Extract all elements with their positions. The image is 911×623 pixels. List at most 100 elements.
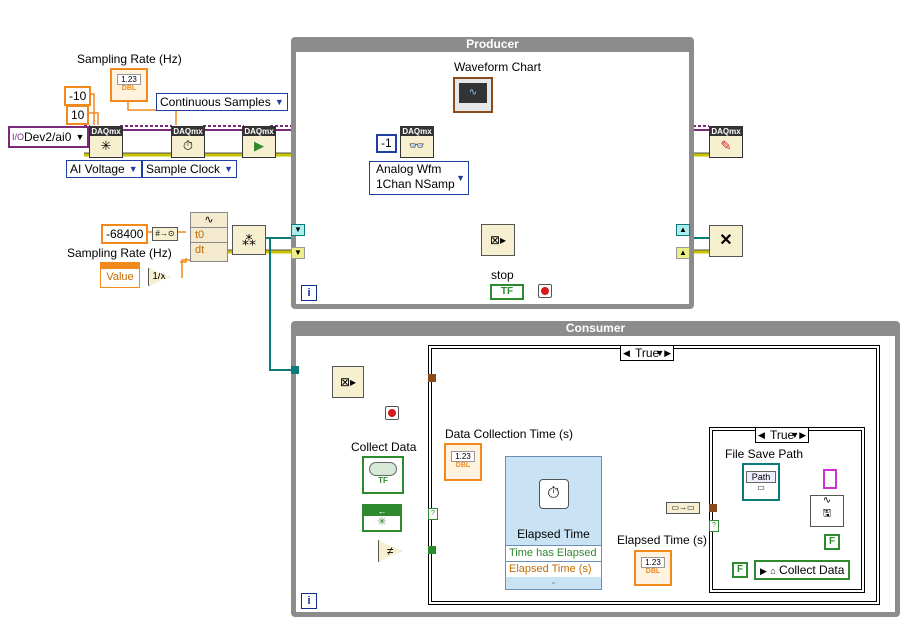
- stop-button-terminal[interactable]: TF: [490, 284, 524, 300]
- time-has-elapsed-output[interactable]: Time has Elapsed: [506, 545, 601, 561]
- pink-string-constant[interactable]: [823, 469, 837, 489]
- enqueue-element-node[interactable]: ⊠▸: [481, 224, 515, 256]
- sample-mode-value: Continuous Samples: [160, 95, 271, 109]
- path-badge: Path: [746, 471, 776, 483]
- elapsed-time-express-vi[interactable]: ⏱ Elapsed Time Time has Elapsed Elapsed …: [505, 456, 602, 590]
- outer-case-selector[interactable]: ◀ True ▼▶: [620, 345, 675, 361]
- numeric-icon: 1.23: [451, 451, 475, 462]
- device-name: Dev2/ai0: [24, 130, 72, 144]
- left-arrow-icon: ◀: [623, 348, 630, 358]
- io-icon: I/O: [12, 132, 25, 142]
- daqmx-header: DAQmx: [243, 127, 275, 136]
- stop-label: stop: [491, 268, 514, 282]
- inner-case-selector[interactable]: ◀ True ▼▶: [755, 427, 810, 443]
- ai-voltage-ring[interactable]: AI Voltage ▼: [66, 160, 142, 178]
- eraser-icon: ✎: [720, 138, 732, 153]
- const-neg1[interactable]: -1: [376, 134, 397, 153]
- release-queue-node[interactable]: ✕: [709, 225, 743, 257]
- daqmx-header: DAQmx: [401, 127, 433, 136]
- shift-register-left-top[interactable]: ▼: [291, 224, 305, 236]
- glasses-icon: 👓: [408, 138, 426, 153]
- waveform-chart-terminal[interactable]: ∿: [453, 77, 493, 113]
- chevron-down-icon: ▼: [456, 173, 465, 183]
- tf-badge: TF: [378, 476, 388, 485]
- data-collection-time-label: Data Collection Time (s): [445, 427, 574, 441]
- clock-icon: ⏱: [182, 138, 194, 153]
- daqmx-read-node[interactable]: DAQmx 👓: [400, 126, 434, 158]
- sample-clock-value: Sample Clock: [146, 162, 221, 176]
- elapsed-time-indicator-label: Elapsed Time (s): [617, 533, 708, 547]
- shift-register-right-top[interactable]: ▲: [676, 224, 690, 236]
- write-measurement-file-node[interactable]: ∿ 🖫: [810, 495, 844, 527]
- const-neg10[interactable]: -10: [64, 86, 92, 106]
- collect-data-label: Collect Data: [351, 440, 417, 454]
- sampling-rate-control-1[interactable]: 1.23 DBL: [110, 68, 148, 102]
- file-save-path-control[interactable]: Path ▭: [742, 463, 780, 501]
- elapsed-time-output[interactable]: Elapsed Time (s): [506, 561, 601, 577]
- case-tunnel-brown: [428, 374, 436, 382]
- elapsed-time-title: Elapsed Time: [517, 527, 590, 541]
- false-constant-1[interactable]: F: [824, 534, 840, 550]
- stop-condition-icon: [538, 284, 552, 298]
- sample-clock-ring[interactable]: Sample Clock ▼: [142, 160, 238, 178]
- arrow-left-icon: ←: [364, 506, 400, 516]
- sampling-rate-property-node[interactable]: Value: [100, 262, 140, 288]
- consumer-iteration-terminal: i: [301, 593, 317, 609]
- chevron-down-icon: ▼▶: [790, 430, 807, 440]
- dbl-badge: DBL: [645, 568, 661, 575]
- producer-iteration-terminal: i: [301, 285, 317, 301]
- collect-data-local-variable[interactable]: ▶ ⌂ Collect Data: [754, 560, 851, 580]
- daqmx-header: DAQmx: [90, 127, 122, 136]
- consumer-stop-icon: [385, 406, 399, 420]
- stopwatch-icon: ⏱: [538, 479, 569, 509]
- expand-chevron-icon: ⌄: [550, 577, 557, 586]
- read-type-line2: 1Chan NSamp: [376, 177, 455, 191]
- daqmx-clear-task-node[interactable]: DAQmx ✎: [709, 126, 743, 158]
- daqmx-timing-node[interactable]: DAQmx ⏱: [171, 126, 205, 158]
- feedback-node[interactable]: ← ✳: [362, 504, 402, 532]
- shift-register-left-bottom[interactable]: ▼: [291, 247, 305, 259]
- const-ten[interactable]: 10: [66, 105, 90, 125]
- elapsed-time-indicator[interactable]: 1.23 DBL: [634, 550, 672, 586]
- inner-case-tunnel: [709, 504, 717, 512]
- consumer-title: Consumer: [296, 321, 895, 336]
- data-collection-time-control[interactable]: 1.23 DBL: [444, 443, 482, 481]
- value-label: Value: [106, 271, 134, 283]
- dbl-badge: DBL: [455, 462, 471, 469]
- daqmx-start-task-node[interactable]: DAQmx ▶: [242, 126, 276, 158]
- chevron-down-icon: ▼▶: [655, 348, 672, 358]
- to-timestamp-node[interactable]: #→⊙: [152, 227, 178, 241]
- toggle-icon: [369, 462, 397, 476]
- physical-channel-constant[interactable]: I/O Dev2/ai0 ▼: [8, 126, 90, 148]
- numeric-icon: 1.23: [641, 557, 665, 568]
- sampling-rate-label-2: Sampling Rate (Hz): [67, 246, 172, 260]
- read-type-ring[interactable]: Analog Wfm 1Chan NSamp ▼: [369, 161, 469, 195]
- collect-data-local-label: Collect Data: [779, 563, 845, 577]
- daqmx-create-channel-node[interactable]: DAQmx ✳: [89, 126, 123, 158]
- left-arrow-icon: ◀: [758, 430, 765, 440]
- waveform-chart-label: Waveform Chart: [454, 60, 541, 74]
- sample-mode-ring[interactable]: Continuous Samples ▼: [156, 93, 288, 111]
- false-constant-2[interactable]: F: [732, 562, 748, 578]
- ai-voltage-value: AI Voltage: [70, 162, 125, 176]
- const-t0-offset[interactable]: -68400: [101, 224, 149, 244]
- producer-title: Producer: [296, 37, 689, 52]
- dequeue-element-node[interactable]: ⊠▸: [332, 366, 364, 398]
- case-tunnel-green: [428, 546, 436, 554]
- chevron-down-icon: ▼: [274, 97, 284, 107]
- read-type-line1: Analog Wfm: [376, 162, 442, 176]
- daqmx-header: DAQmx: [172, 127, 204, 136]
- collect-data-control[interactable]: TF: [362, 456, 404, 494]
- folder-icon: ▭: [757, 483, 765, 492]
- consumer-shift-register[interactable]: [291, 366, 299, 374]
- shift-register-right-bottom[interactable]: ▲: [676, 247, 690, 259]
- obtain-queue-node[interactable]: ⁂: [232, 225, 266, 255]
- green-case-tunnel: ?: [709, 520, 719, 532]
- play-icon: ▶: [254, 138, 264, 153]
- arrow-icon: ▶: [760, 566, 767, 576]
- sampling-rate-label-1: Sampling Rate (Hz): [77, 52, 182, 66]
- build-array-node[interactable]: ▭→▭: [666, 502, 700, 514]
- asterisk-icon: ✳: [377, 516, 387, 528]
- t0-label: t0: [191, 228, 227, 243]
- build-waveform-node[interactable]: ∿ t0 dt: [190, 212, 228, 262]
